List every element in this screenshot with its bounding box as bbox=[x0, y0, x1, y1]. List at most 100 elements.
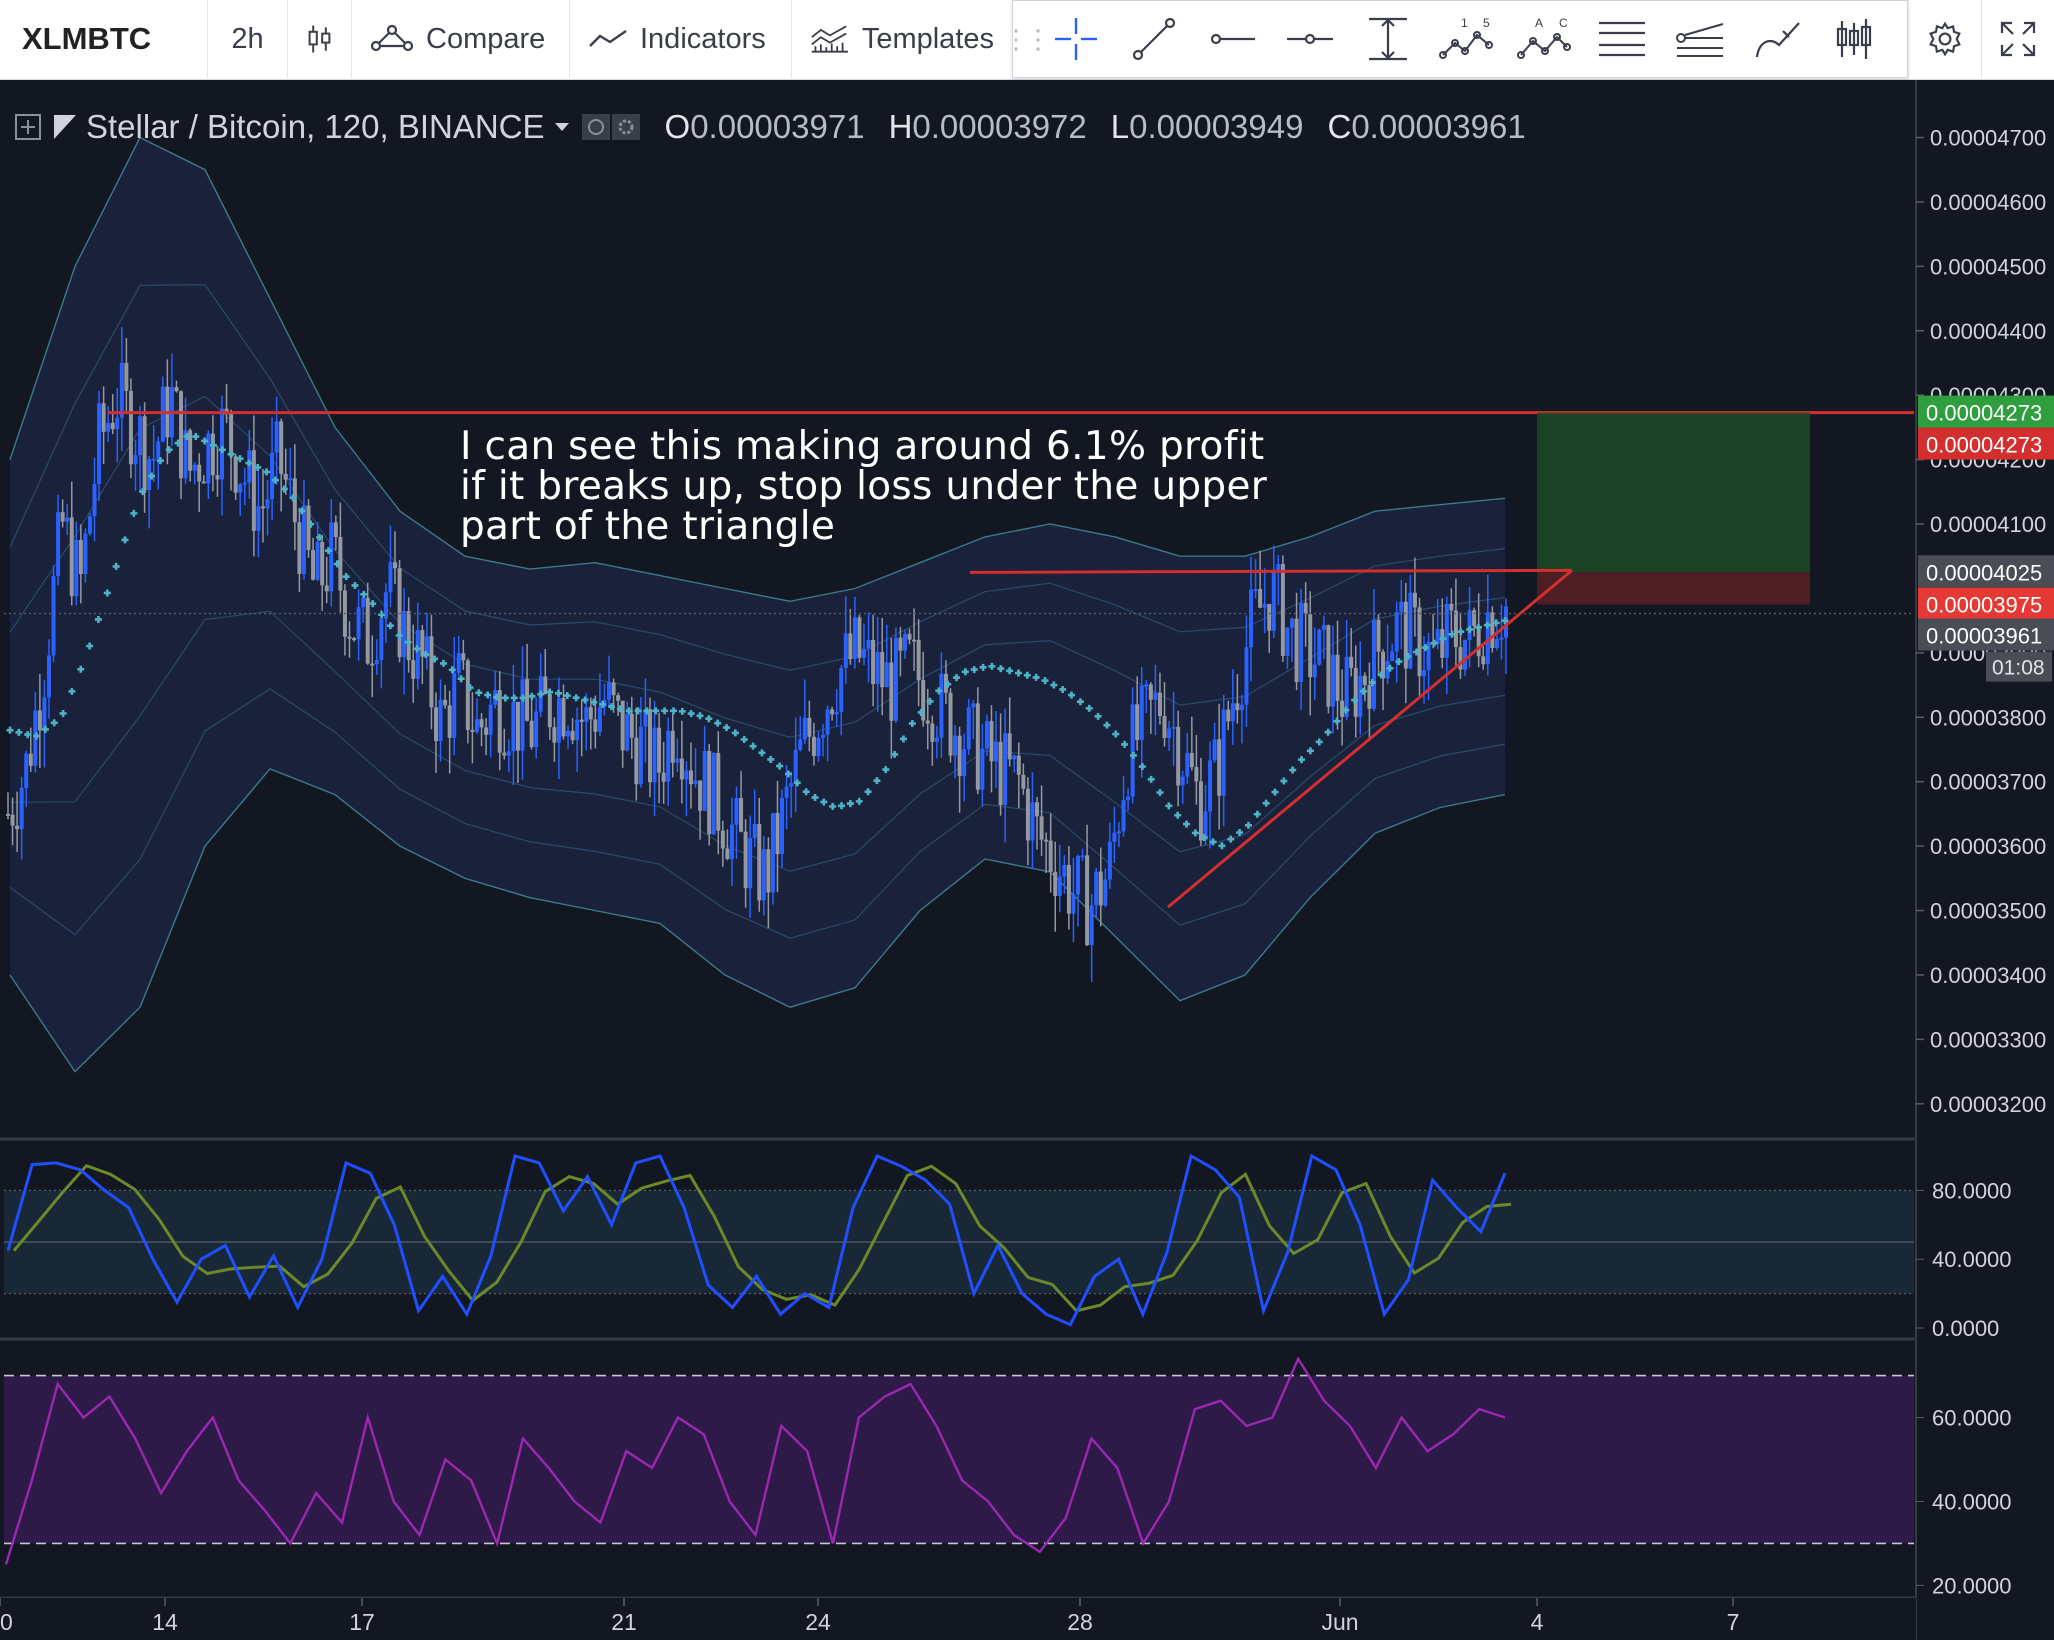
candle-body bbox=[297, 522, 302, 574]
candle-body bbox=[525, 679, 530, 721]
candle-body bbox=[1076, 855, 1080, 895]
candle-body bbox=[802, 717, 807, 740]
candle-body bbox=[1371, 619, 1376, 709]
candle-body bbox=[402, 611, 407, 658]
candle-body bbox=[948, 692, 953, 756]
candle-body bbox=[907, 633, 912, 640]
candle-body bbox=[1185, 752, 1190, 777]
candle-body bbox=[1267, 604, 1272, 631]
candle-body bbox=[657, 727, 662, 773]
candle-body bbox=[1089, 905, 1094, 946]
candle-body bbox=[1499, 637, 1504, 640]
candle-body bbox=[1107, 841, 1112, 880]
y-tick-label: 0.00003400 bbox=[1930, 963, 2046, 988]
candle-body bbox=[529, 720, 534, 748]
candle-body bbox=[65, 517, 70, 522]
candle-body bbox=[1176, 726, 1181, 786]
candle-body bbox=[233, 456, 238, 493]
candle-body bbox=[270, 452, 275, 500]
candle-body bbox=[839, 668, 844, 713]
candle-body bbox=[119, 362, 124, 418]
candle-body bbox=[575, 719, 580, 741]
candle-body bbox=[242, 482, 247, 485]
candle-body bbox=[1244, 647, 1249, 705]
candle-body bbox=[288, 478, 293, 481]
candle-body bbox=[953, 735, 958, 756]
candle-body bbox=[128, 390, 133, 465]
candle-body bbox=[743, 831, 748, 889]
candle-body bbox=[142, 416, 147, 491]
candle-body bbox=[775, 813, 780, 855]
price-chart[interactable]: 0.000047000.000046000.000045000.00004400… bbox=[0, 0, 2054, 1640]
candle-body bbox=[1039, 816, 1044, 840]
candle-body bbox=[584, 707, 589, 722]
y-tick-label: 0.00003800 bbox=[1930, 705, 2046, 730]
candle-body bbox=[201, 481, 206, 484]
candle-body bbox=[648, 709, 652, 783]
x-tick-label: 7 bbox=[1727, 1609, 1740, 1635]
rsi-tick-label: 60.0000 bbox=[1932, 1406, 2012, 1431]
candle-body bbox=[333, 522, 338, 538]
candle-body bbox=[78, 539, 83, 574]
candle-body bbox=[411, 660, 416, 679]
ohlc-low: L0.00003949 bbox=[1110, 108, 1304, 145]
candle-body bbox=[329, 522, 334, 592]
candle-body bbox=[971, 703, 976, 708]
text-annotation[interactable]: I can see this making around 6.1% profit… bbox=[460, 427, 1267, 547]
candle-body bbox=[197, 464, 202, 482]
candle-body bbox=[1230, 703, 1235, 722]
candle-body bbox=[770, 813, 775, 893]
gear-icon[interactable] bbox=[611, 113, 641, 141]
candle-body bbox=[834, 712, 839, 715]
candle-body bbox=[1157, 692, 1162, 716]
x-tick-label: 24 bbox=[805, 1609, 831, 1635]
candle-body bbox=[251, 450, 256, 531]
candle-body bbox=[916, 639, 921, 681]
candle-body bbox=[1463, 639, 1468, 670]
candle-body bbox=[110, 422, 115, 430]
candle-body bbox=[634, 737, 639, 785]
collapse-icon[interactable] bbox=[14, 113, 42, 141]
y-tick-label: 0.00003300 bbox=[1930, 1027, 2046, 1052]
candle-body bbox=[220, 408, 224, 480]
ohlc-close: C0.00003961 bbox=[1327, 108, 1526, 145]
candle-body bbox=[1198, 781, 1203, 841]
candle-body bbox=[752, 824, 757, 839]
series-title[interactable]: Stellar / Bitcoin, 120, BINANCE bbox=[86, 108, 545, 146]
candle-body bbox=[1303, 602, 1308, 615]
candle-body bbox=[1189, 752, 1194, 768]
candle-body bbox=[707, 750, 712, 835]
candle-body bbox=[884, 662, 889, 688]
stoch-tick-label: 40.0000 bbox=[1932, 1247, 2012, 1272]
candle-body bbox=[720, 830, 725, 849]
candle-body bbox=[502, 752, 507, 756]
symbol-flag-icon bbox=[54, 115, 76, 139]
candle-body bbox=[1253, 588, 1258, 591]
candle-body bbox=[757, 824, 762, 901]
eye-icon[interactable] bbox=[581, 113, 611, 141]
candle-body bbox=[179, 391, 184, 479]
candle-body bbox=[106, 422, 111, 432]
candle-body bbox=[56, 512, 61, 577]
candle-body bbox=[506, 751, 511, 756]
candle-body bbox=[1422, 670, 1427, 677]
ohlc-open: O0.00003971 bbox=[664, 108, 865, 145]
candle-body bbox=[301, 505, 306, 574]
candle-body bbox=[1417, 607, 1422, 677]
candle-body bbox=[215, 475, 220, 480]
candle-body bbox=[902, 633, 907, 651]
candle-body bbox=[429, 636, 434, 708]
candle-body bbox=[434, 707, 438, 742]
candle-body bbox=[930, 723, 935, 742]
candle-body bbox=[875, 651, 880, 685]
candle-body bbox=[698, 780, 703, 811]
candle-body bbox=[283, 473, 288, 480]
chevron-down-icon[interactable] bbox=[553, 121, 571, 133]
price-label: 0.00003961 bbox=[1926, 624, 2042, 649]
candle-body bbox=[151, 458, 156, 461]
candle-body bbox=[1326, 625, 1331, 707]
candle-body bbox=[474, 719, 479, 732]
candle-body bbox=[1276, 564, 1281, 571]
candle-body bbox=[115, 417, 120, 430]
candle-body bbox=[711, 752, 716, 835]
